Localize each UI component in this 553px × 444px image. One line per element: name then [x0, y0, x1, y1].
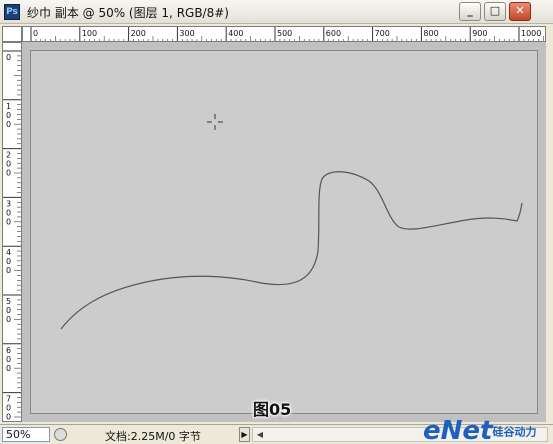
ruler-label: 0 — [6, 208, 11, 217]
ruler-label: 0 — [6, 53, 11, 62]
maximize-button[interactable]: □ — [484, 2, 506, 21]
ruler-label: 0 — [6, 355, 11, 364]
ruler-label: 0 — [6, 266, 11, 275]
ruler-label: 500 — [277, 29, 292, 38]
ruler-label: 3 — [6, 199, 11, 208]
ruler-label: 0 — [6, 315, 11, 324]
enet-watermark-logo: eNet硅谷动力 — [423, 416, 536, 444]
canvas-workspace[interactable]: 图05 — [22, 42, 546, 422]
photoshop-app-icon[interactable]: Ps — [4, 4, 20, 20]
document-canvas[interactable]: 图05 — [30, 50, 538, 419]
ruler-label: 600 — [326, 29, 341, 38]
ruler-label: 6 — [6, 346, 11, 355]
ruler-label: 0 — [6, 217, 11, 226]
scroll-left-icon[interactable]: ◀ — [253, 428, 267, 441]
document-size-info: 文档:2.25M/0 字节 — [105, 430, 201, 443]
ruler-label: 300 — [179, 29, 194, 38]
status-info-icon[interactable] — [54, 428, 67, 441]
ruler-label: 2 — [6, 151, 11, 160]
window-title: 纱巾 副本 @ 50% (图层 1, RGB/8#) — [27, 6, 229, 20]
crosshair-cursor-icon — [207, 114, 223, 130]
ruler-label: 0 — [6, 364, 11, 373]
curve-layer — [60, 171, 523, 330]
ruler-label: 0 — [6, 306, 11, 315]
figure-caption: 图05 — [253, 400, 292, 419]
watermark-brand: eNet — [423, 416, 493, 444]
ruler-label: 0 — [6, 257, 11, 266]
title-bar[interactable]: Ps 纱巾 副本 @ 50% (图层 1, RGB/8#) _ □ ✕ — [0, 0, 553, 24]
zoom-level-field[interactable]: 50% — [2, 427, 50, 442]
ruler-label: 200 — [131, 29, 146, 38]
ruler-label: 4 — [6, 248, 11, 257]
ruler-label: 5 — [6, 297, 11, 306]
ruler-origin[interactable] — [2, 26, 22, 42]
ruler-label: 7 — [6, 395, 11, 404]
ruler-label: 900 — [472, 29, 487, 38]
close-button[interactable]: ✕ — [509, 2, 531, 21]
drawn-curve-path — [60, 171, 523, 330]
ruler-label: 0 — [6, 413, 11, 422]
ruler-label: 0 — [6, 160, 11, 169]
ruler-label: 0 — [6, 111, 11, 120]
ruler-label: 100 — [82, 29, 97, 38]
vertical-ruler-ticks: 0100200300400500600700 — [3, 50, 21, 422]
watermark-sub: 硅谷动力 — [492, 425, 537, 439]
ruler-label: 400 — [228, 29, 243, 38]
status-menu-arrow-icon[interactable]: ▶ — [239, 427, 250, 442]
ruler-label: 1 — [6, 102, 11, 111]
horizontal-ruler-ticks: 0 100 200 300 400 500 600 700 800 900 1000 — [30, 27, 544, 41]
ruler-label: 0 — [6, 404, 11, 413]
horizontal-ruler[interactable]: 0 100 200 300 400 500 600 700 800 900 1000 — [22, 26, 546, 42]
ruler-label: 800 — [423, 29, 438, 38]
vertical-ruler[interactable]: 0100200300400500600700 — [2, 42, 22, 422]
ruler-label: 0 — [6, 169, 11, 178]
photoshop-document-window: Ps 纱巾 副本 @ 50% (图层 1, RGB/8#) _ □ ✕ 0 100… — [0, 0, 553, 444]
ruler-label: 0 — [6, 120, 11, 129]
ruler-label: 0 — [33, 29, 38, 38]
ruler-label: 1000 — [521, 29, 541, 38]
minimize-button[interactable]: _ — [459, 2, 481, 21]
ruler-label: 700 — [375, 29, 390, 38]
